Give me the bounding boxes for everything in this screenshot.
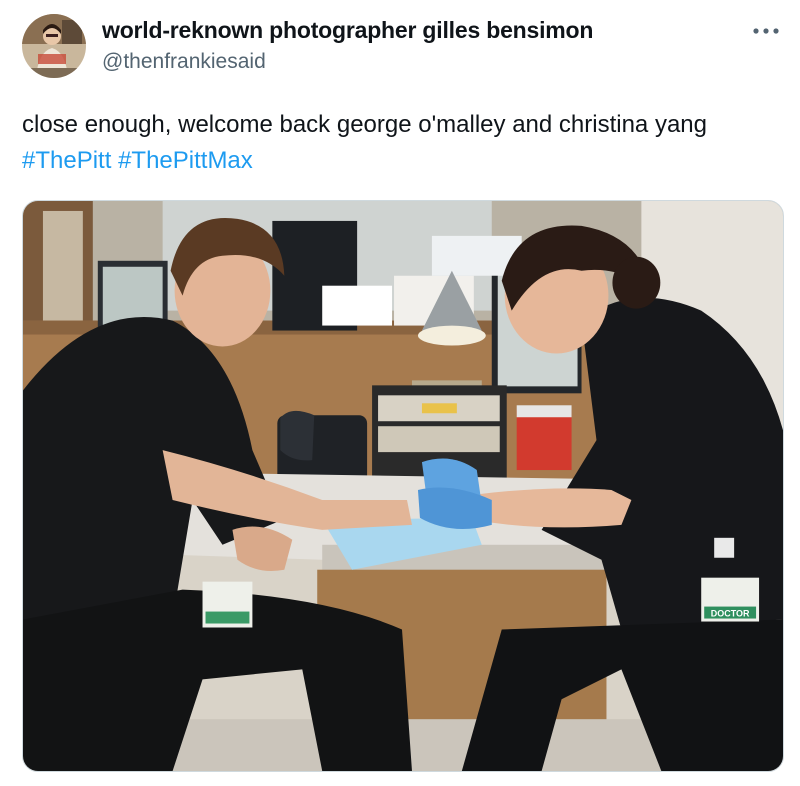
tweet: world-reknown photographer gilles bensim… — [0, 0, 800, 786]
tweet-body-text: close enough, welcome back george o'mall… — [22, 111, 707, 138]
hashtag-link[interactable]: #ThePittMax — [118, 147, 253, 174]
profile-avatar[interactable] — [22, 14, 86, 78]
more-options-button[interactable] — [748, 16, 784, 46]
photo-image: DOCTOR — [23, 201, 783, 771]
author-handle[interactable]: @thenfrankiesaid — [102, 50, 266, 74]
avatar-image — [22, 14, 86, 78]
tweet-text: close enough, welcome back george o'mall… — [22, 107, 782, 179]
badge-label: DOCTOR — [711, 609, 750, 619]
author-display-name[interactable]: world-reknown photographer gilles bensim… — [102, 17, 593, 44]
hashtag-link[interactable]: #ThePitt — [22, 147, 111, 174]
more-horizontal-icon — [753, 28, 779, 34]
tweet-media-photo[interactable]: DOCTOR — [22, 200, 784, 772]
